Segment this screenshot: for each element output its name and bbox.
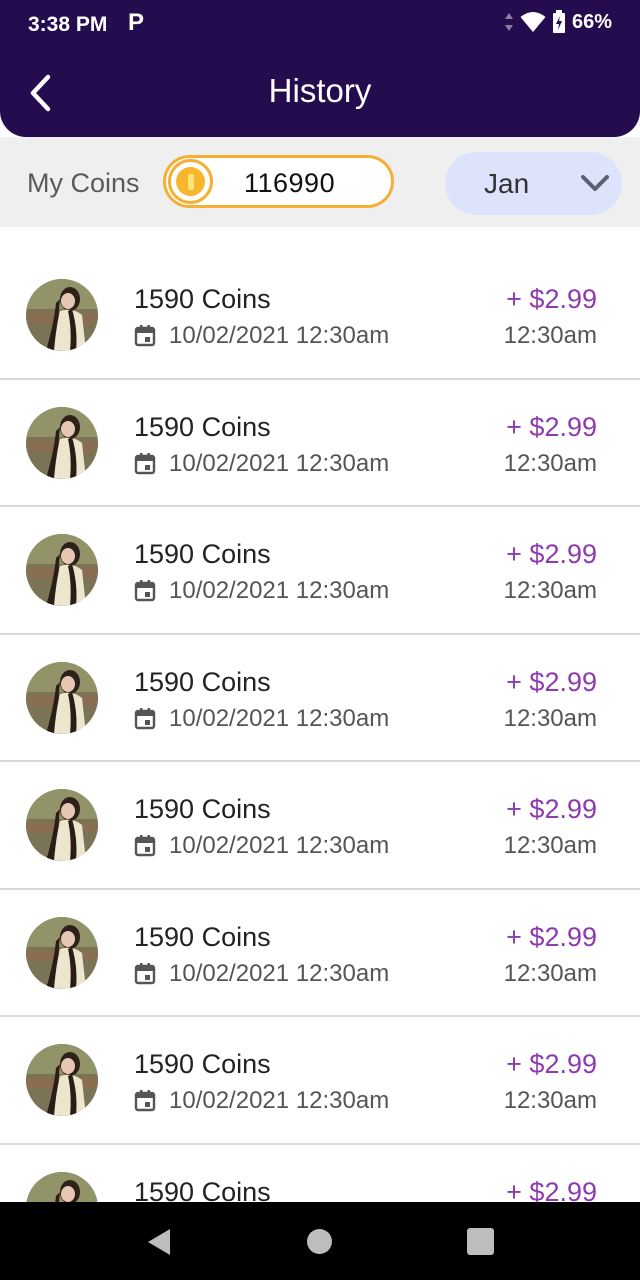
transaction-time: 12:30am	[503, 577, 597, 604]
my-coins-label: My Coins	[27, 168, 140, 198]
avatar	[26, 789, 98, 861]
avatar	[26, 916, 98, 989]
nav-home-icon[interactable]	[307, 1229, 332, 1254]
transaction-date: 10/02/2021 12:30am	[134, 960, 389, 988]
transaction-title: 1590 Coins	[134, 411, 271, 442]
transaction-amount: + $2.99	[506, 411, 597, 442]
data-arrows-icon	[504, 13, 513, 31]
calendar-icon	[134, 707, 156, 729]
calendar-icon	[134, 325, 156, 347]
transaction-amount: + $2.99	[506, 666, 597, 697]
avatar	[26, 1044, 98, 1116]
battery-percent: 66%	[571, 10, 612, 33]
transaction-time: 12:30am	[503, 832, 597, 859]
calendar-icon	[134, 1090, 156, 1112]
transaction-date: 10/02/2021 12:30am	[134, 322, 389, 350]
coin-icon	[168, 159, 213, 204]
transaction-amount: + $2.99	[506, 794, 597, 824]
system-nav-bar	[0, 1202, 640, 1280]
avatar	[26, 406, 98, 479]
transaction-date-text: 10/02/2021 12:30am	[169, 1087, 390, 1114]
transaction-row[interactable]: 1590 Coins 10/02/2021 12:30am + $2.99 12…	[0, 635, 640, 762]
transaction-date: 10/02/2021 12:30am	[134, 450, 389, 478]
app-header: 3:38 PM P 66% History	[0, 0, 640, 137]
transaction-date-text: 10/02/2021 12:30am	[169, 704, 390, 732]
month-dropdown[interactable]: Jan	[445, 152, 622, 215]
transaction-row[interactable]: 1590 Coins 10/02/2021 12:30am + $2.99 12…	[0, 252, 640, 380]
transaction-date-text: 10/02/2021 12:30am	[169, 322, 390, 349]
wifi-icon	[520, 12, 546, 32]
nav-recents-icon[interactable]	[467, 1228, 494, 1255]
avatar	[26, 534, 98, 606]
transaction-date-text: 10/02/2021 12:30am	[169, 832, 390, 859]
calendar-icon	[134, 962, 156, 984]
avatar	[26, 279, 98, 351]
transaction-title: 1590 Coins	[134, 666, 271, 697]
transaction-date: 10/02/2021 12:30am	[134, 705, 389, 733]
chevron-down-icon	[581, 175, 609, 191]
transaction-row[interactable]: 1590 Coins 10/02/2021 12:30am + $2.99 12…	[0, 380, 640, 507]
transaction-date: 10/02/2021 12:30am	[134, 577, 389, 605]
nav-back-icon[interactable]	[146, 1227, 172, 1257]
transaction-amount: + $2.99	[506, 539, 597, 569]
app-notification-icon: P	[128, 9, 145, 36]
status-icons: 66%	[504, 10, 612, 34]
transaction-amount: + $2.99	[506, 921, 597, 952]
coin-balance: 116990	[163, 155, 394, 208]
transaction-row[interactable]: 1590 Coins 10/02/2021 12:30am + $2.99 12…	[0, 507, 640, 635]
coins-bar: My Coins 116990 Jan	[0, 137, 640, 227]
month-selected-value: Jan	[484, 168, 530, 199]
transaction-title: 1590 Coins	[134, 794, 271, 824]
transaction-time: 12:30am	[503, 322, 597, 349]
transaction-date-text: 10/02/2021 12:30am	[169, 959, 390, 987]
transaction-title: 1590 Coins	[134, 1049, 271, 1079]
transaction-date: 10/02/2021 12:30am	[134, 832, 389, 860]
transaction-date-text: 10/02/2021 12:30am	[169, 577, 390, 604]
transaction-title: 1590 Coins	[134, 921, 271, 952]
transaction-date: 10/02/2021 12:30am	[134, 1087, 389, 1115]
page-title: History	[268, 72, 372, 109]
transaction-row[interactable]: 1590 Coins 10/02/2021 12:30am + $2.99 12…	[0, 890, 640, 1017]
transaction-title: 1590 Coins	[134, 539, 271, 569]
battery-icon	[552, 10, 565, 33]
calendar-icon	[134, 452, 156, 474]
transaction-time: 12:30am	[503, 449, 597, 477]
transaction-time: 12:30am	[503, 704, 597, 732]
history-screen: 3:38 PM P 66% History My Coins 116990 Ja…	[0, 0, 640, 1280]
transaction-list: 1590 Coins 10/02/2021 12:30am + $2.99 12…	[0, 252, 640, 1272]
transaction-amount: + $2.99	[506, 284, 597, 314]
transaction-amount: + $2.99	[506, 1049, 597, 1079]
transaction-date-text: 10/02/2021 12:30am	[169, 449, 390, 477]
transaction-title: 1590 Coins	[134, 284, 271, 314]
calendar-icon	[134, 835, 156, 857]
status-time: 3:38 PM	[28, 13, 108, 36]
transaction-row[interactable]: 1590 Coins 10/02/2021 12:30am + $2.99 12…	[0, 1017, 640, 1145]
transaction-time: 12:30am	[503, 959, 597, 987]
calendar-icon	[134, 580, 156, 602]
transaction-row[interactable]: 1590 Coins 10/02/2021 12:30am + $2.99 12…	[0, 762, 640, 890]
transaction-time: 12:30am	[503, 1087, 597, 1114]
coin-balance-value: 116990	[244, 168, 336, 198]
avatar	[26, 661, 98, 734]
